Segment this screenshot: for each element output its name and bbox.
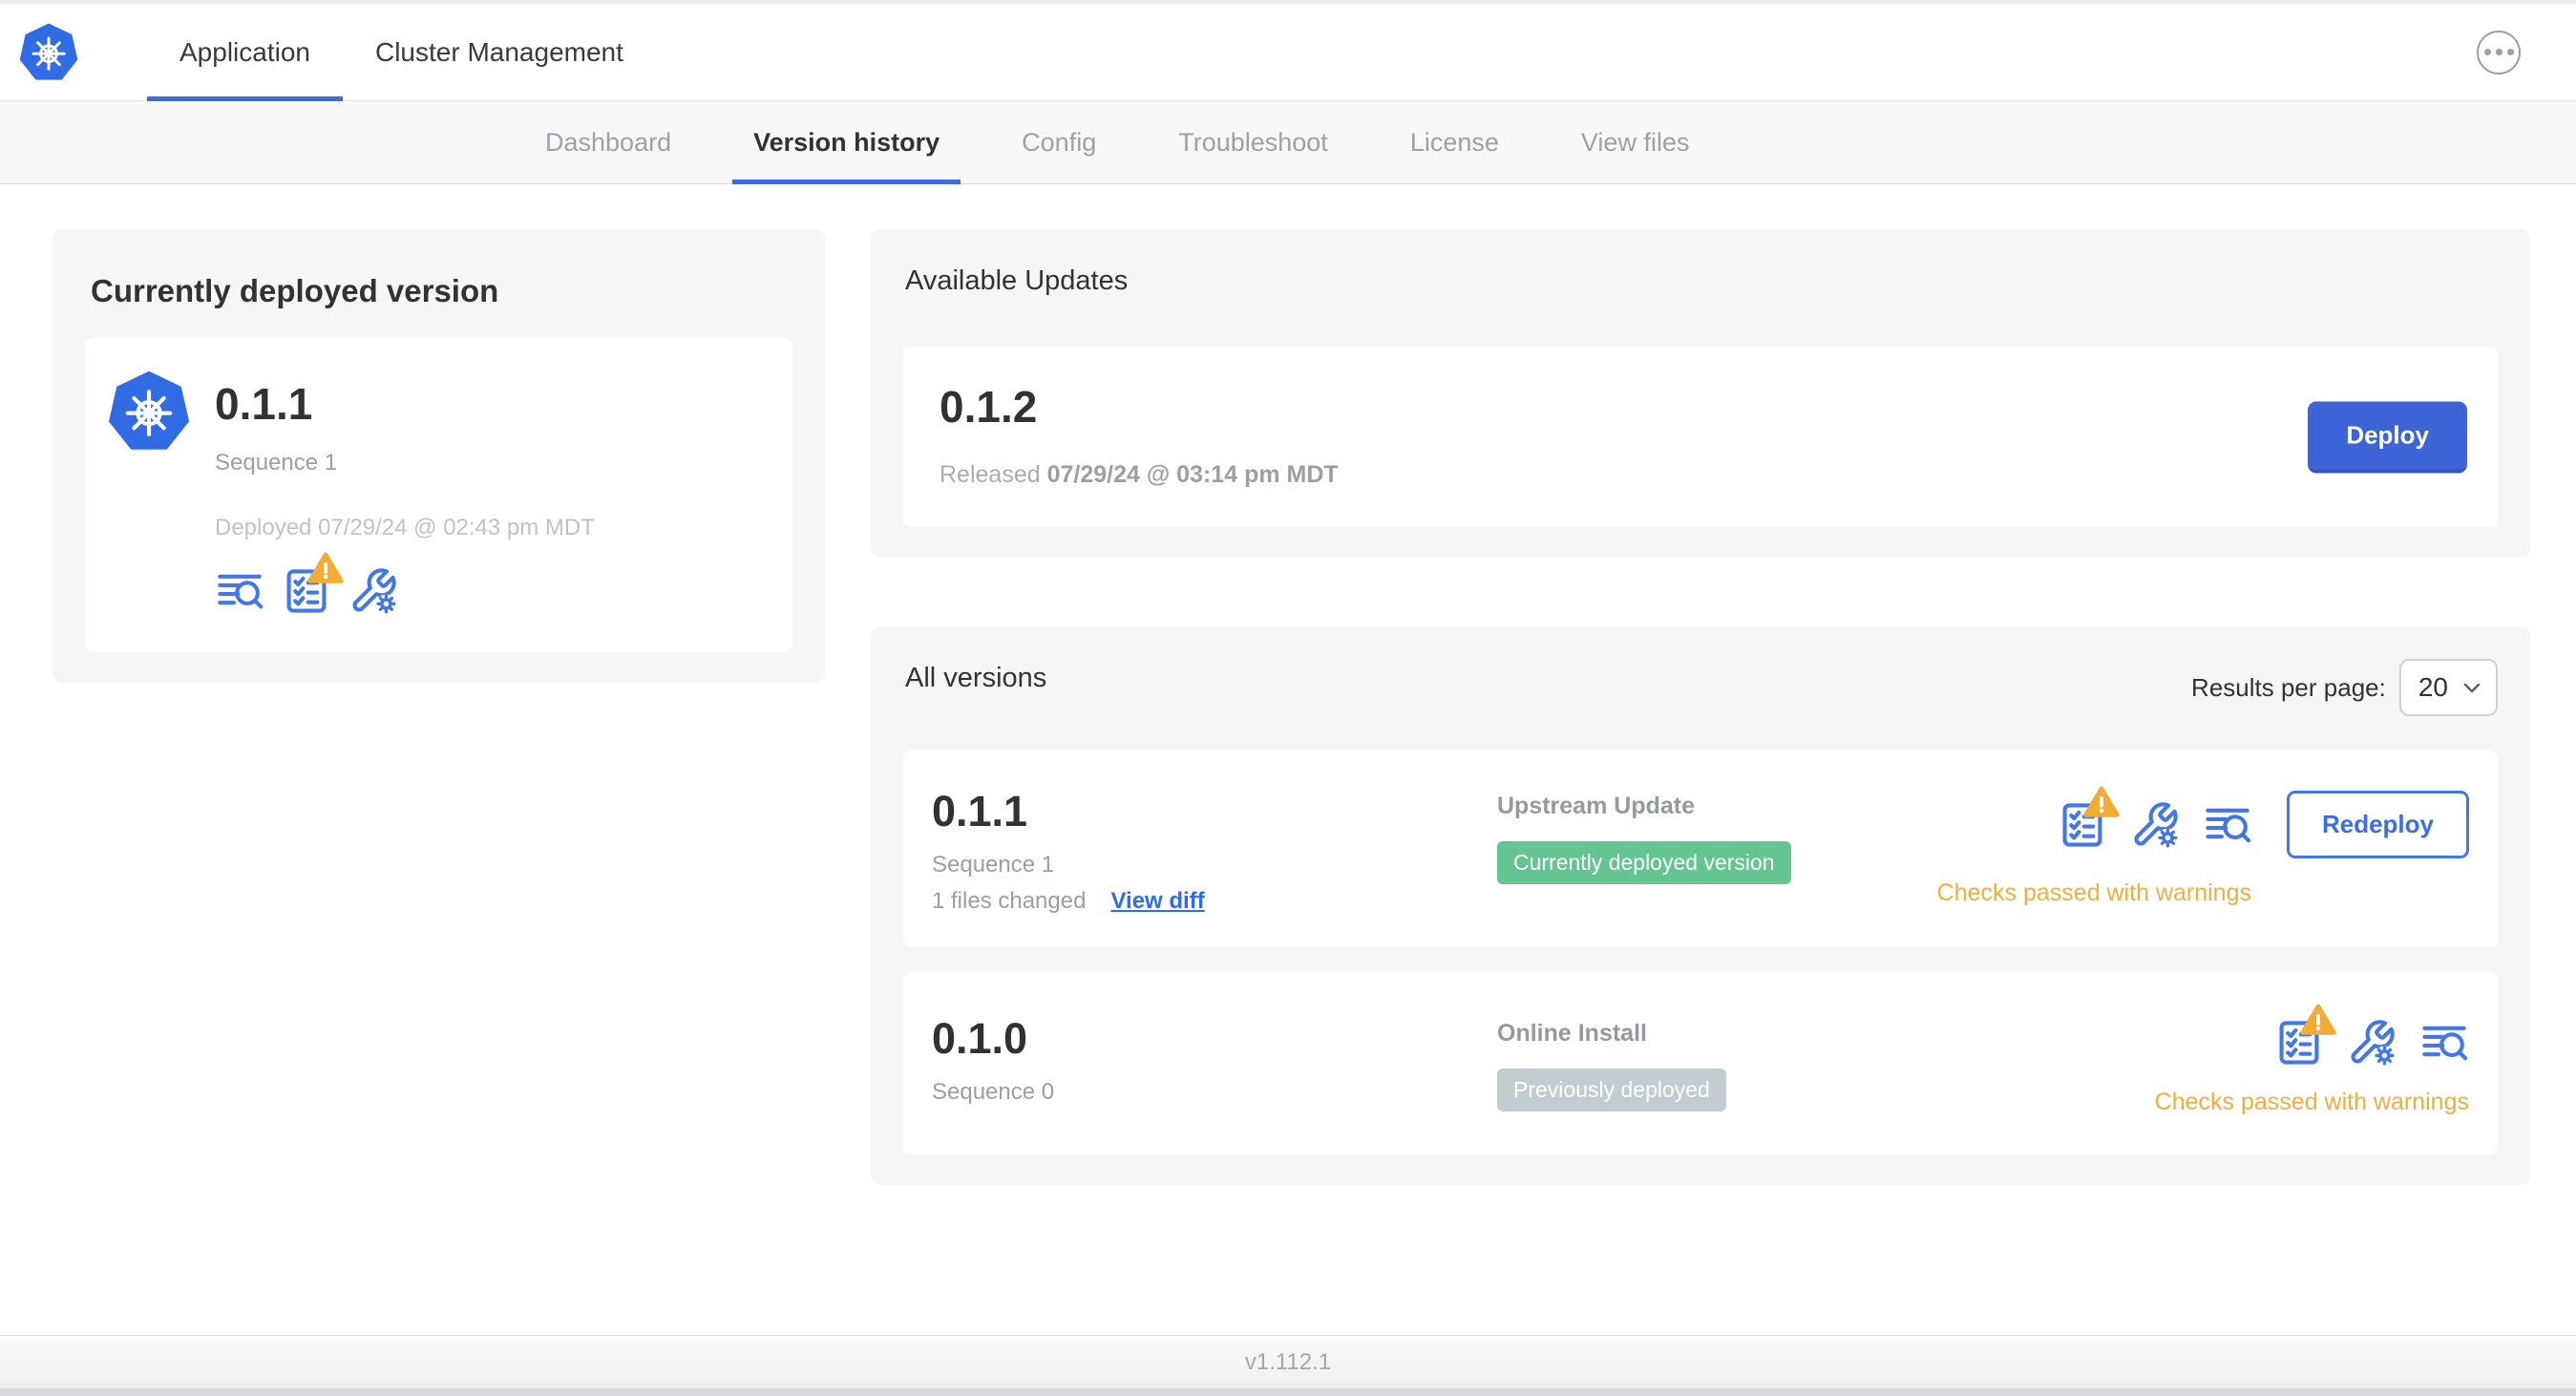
admin-console-footer: v1.112.1 bbox=[0, 1335, 2576, 1388]
row-source-label: Online Install bbox=[1497, 1020, 1647, 1047]
currently-deployed-title: Currently deployed version bbox=[91, 273, 499, 308]
preflight-checks-warning-icon[interactable] bbox=[2274, 1018, 2324, 1068]
header-tab-cluster-management[interactable]: Cluster Management bbox=[343, 4, 656, 100]
available-updates-card: Available Updates 0.1.2 Released 07/29/2… bbox=[871, 229, 2530, 558]
update-released-line: Released 07/29/24 @ 03:14 pm MDT bbox=[940, 461, 2465, 489]
tab-label: View files bbox=[1580, 127, 1690, 157]
main-content: Currently deployed version 0.1.1 Sequenc… bbox=[0, 184, 2576, 1335]
results-per-page-select[interactable]: 20 bbox=[2398, 659, 2498, 716]
all-versions-title: All versions bbox=[905, 663, 1047, 693]
tab-config[interactable]: Config bbox=[1001, 101, 1117, 183]
currently-deployed-badge: Currently deployed version bbox=[1497, 841, 1791, 884]
deployed-version-number: 0.1.1 bbox=[215, 379, 313, 429]
checks-status-text: Checks passed with warnings bbox=[1936, 879, 2251, 906]
available-update-row: 0.1.2 Released 07/29/24 @ 03:14 pm MDT D… bbox=[903, 347, 2498, 527]
ellipsis-dot bbox=[2506, 49, 2514, 55]
redeploy-button[interactable]: Redeploy bbox=[2286, 791, 2469, 858]
view-logs-icon[interactable] bbox=[215, 566, 264, 616]
update-version-number: 0.1.2 bbox=[940, 382, 1038, 432]
row-sequence: Sequence 1 bbox=[932, 852, 1055, 878]
warning-triangle-icon bbox=[2082, 785, 2121, 819]
console-version: v1.112.1 bbox=[1244, 1348, 1332, 1375]
tab-label: Dashboard bbox=[545, 127, 672, 157]
deployed-version-panel: 0.1.1 Sequence 1 Deployed 07/29/24 @ 02:… bbox=[85, 338, 792, 653]
deploy-button[interactable]: Deploy bbox=[2308, 401, 2467, 473]
version-row-0-1-1: 0.1.1 Sequence 1 1 files changed View di… bbox=[903, 751, 2498, 947]
tab-label: Config bbox=[1022, 127, 1097, 157]
edit-config-icon[interactable] bbox=[2347, 1018, 2397, 1068]
tab-troubleshoot[interactable]: Troubleshoot bbox=[1157, 101, 1349, 183]
row-version-number: 0.1.0 bbox=[932, 1014, 1028, 1063]
tab-view-files[interactable]: View files bbox=[1560, 101, 1711, 183]
deployed-timestamp: Deployed 07/29/24 @ 02:43 pm MDT bbox=[215, 515, 595, 541]
kubernetes-logo bbox=[19, 4, 78, 100]
tab-license[interactable]: License bbox=[1389, 101, 1520, 183]
application-subnav: Dashboard Version history Config Trouble… bbox=[0, 101, 2576, 184]
window-bottom-edge bbox=[0, 1388, 2576, 1396]
row-source-label: Upstream Update bbox=[1497, 793, 1695, 819]
files-changed-label: 1 files changed bbox=[932, 888, 1087, 914]
view-logs-icon[interactable] bbox=[2419, 1018, 2469, 1068]
header-tab-label: Application bbox=[179, 36, 310, 67]
header-tab-application[interactable]: Application bbox=[147, 4, 343, 101]
results-per-page-label: Results per page: bbox=[2191, 672, 2386, 702]
checks-status-text: Checks passed with warnings bbox=[2154, 1089, 2469, 1115]
view-logs-icon[interactable] bbox=[2203, 800, 2252, 850]
tab-label: Troubleshoot bbox=[1178, 127, 1328, 157]
more-menu-button[interactable] bbox=[2477, 30, 2521, 74]
row-sequence: Sequence 0 bbox=[932, 1079, 1055, 1105]
tab-label: License bbox=[1409, 127, 1499, 157]
ellipsis-dot bbox=[2495, 49, 2502, 55]
ellipsis-dot bbox=[2483, 49, 2491, 55]
available-updates-title: Available Updates bbox=[905, 265, 1129, 296]
tab-version-history[interactable]: Version history bbox=[732, 101, 961, 184]
deployed-sequence: Sequence 1 bbox=[215, 450, 338, 476]
preflight-checks-warning-icon[interactable] bbox=[282, 566, 331, 616]
tab-dashboard[interactable]: Dashboard bbox=[524, 101, 692, 183]
edit-config-icon[interactable] bbox=[348, 566, 398, 616]
released-timestamp: 07/29/24 @ 03:14 pm MDT bbox=[1046, 461, 1339, 488]
all-versions-card: All versions Results per page: 20 0.1.1 … bbox=[871, 626, 2530, 1185]
header-tab-label: Cluster Management bbox=[374, 36, 623, 67]
results-per-page-value: 20 bbox=[2418, 672, 2448, 702]
row-version-number: 0.1.1 bbox=[932, 787, 1028, 835]
version-row-0-1-0: 0.1.0 Sequence 0 Online Install Previous… bbox=[903, 972, 2498, 1154]
preflight-checks-warning-icon[interactable] bbox=[2058, 800, 2107, 850]
chevron-down-icon bbox=[2463, 683, 2481, 693]
released-label: Released bbox=[940, 461, 1041, 488]
view-diff-link[interactable]: View diff bbox=[1110, 888, 1204, 915]
kubernetes-logo-icon bbox=[19, 22, 78, 80]
currently-deployed-card: Currently deployed version 0.1.1 Sequenc… bbox=[53, 229, 825, 684]
app-header: Application Cluster Management bbox=[0, 4, 2576, 101]
previously-deployed-badge: Previously deployed bbox=[1497, 1068, 1726, 1111]
edit-config-icon[interactable] bbox=[2130, 800, 2180, 850]
warning-triangle-icon bbox=[2299, 1003, 2337, 1037]
warning-triangle-icon bbox=[306, 551, 345, 585]
kubernetes-app-icon bbox=[108, 370, 190, 616]
tab-label: Version history bbox=[753, 127, 940, 157]
